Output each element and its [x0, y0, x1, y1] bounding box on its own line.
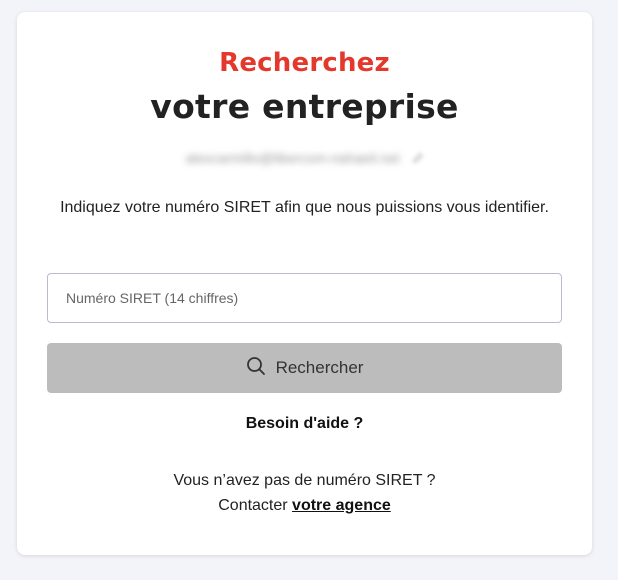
title-accent: Recherchez	[219, 48, 390, 78]
pencil-icon[interactable]	[412, 151, 424, 167]
page-title: votre entreprise	[150, 87, 459, 126]
account-email: alexcarmillo@libercom-nahaeil.net	[185, 150, 400, 166]
contact-agency-row: Contacter votre agence	[17, 493, 592, 518]
help-link[interactable]: Besoin d'aide ?	[17, 415, 592, 433]
search-button[interactable]: Rechercher	[47, 343, 562, 393]
siret-search-card: Recherchez votre entreprise alexcarmillo…	[17, 12, 592, 555]
agency-link[interactable]: votre agence	[292, 497, 391, 514]
account-email-row: alexcarmillo@libercom-nahaeil.net	[17, 150, 592, 167]
no-siret-question: Vous n’avez pas de numéro SIRET ?	[173, 472, 436, 489]
no-siret-section: Vous n’avez pas de numéro SIRET ? Contac…	[17, 468, 592, 518]
siret-input[interactable]	[47, 273, 562, 323]
search-button-label: Rechercher	[275, 358, 364, 377]
instruction-text: Indiquez votre numéro SIRET afin que nou…	[60, 199, 549, 216]
contact-prefix: Contacter	[218, 497, 293, 514]
search-icon	[246, 356, 266, 381]
